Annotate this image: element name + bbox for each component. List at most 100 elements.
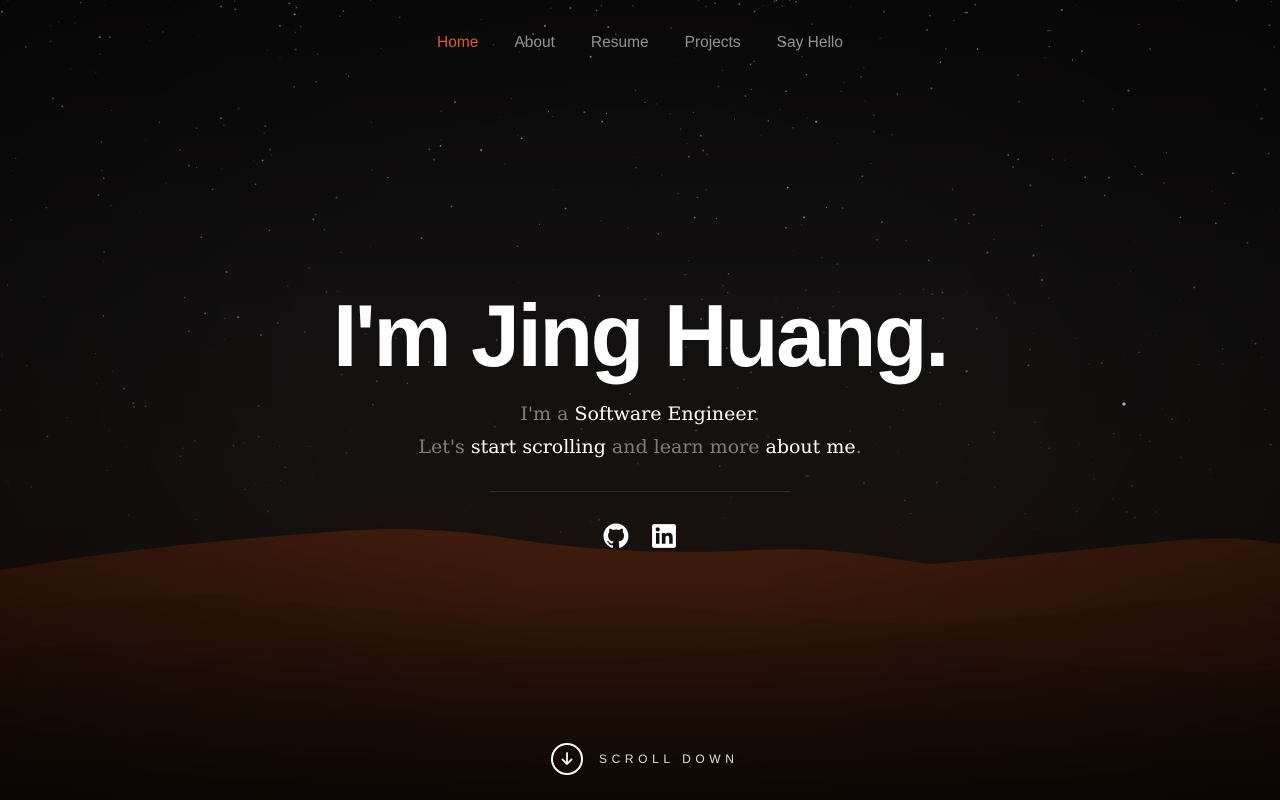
- star: [550, 7, 552, 9]
- star: [387, 176, 389, 179]
- star: [951, 188, 954, 191]
- star: [843, 81, 845, 84]
- star: [1138, 23, 1140, 26]
- star: [806, 475, 809, 478]
- star: [335, 196, 338, 199]
- star: [986, 251, 989, 254]
- star: [97, 194, 100, 196]
- social-links: [0, 520, 1280, 552]
- intro-highlight-about: about me: [765, 436, 856, 458]
- linkedin-icon: [652, 524, 676, 548]
- star: [314, 213, 317, 216]
- star: [315, 81, 317, 83]
- star: [1051, 158, 1054, 161]
- star: [1209, 468, 1211, 471]
- star: [661, 174, 663, 176]
- scroll-down-label: SCROLL DOWN: [599, 752, 739, 766]
- star: [547, 111, 549, 113]
- starry-sky-background: [0, 0, 1276, 541]
- arrow-down-icon: [561, 752, 573, 765]
- star: [289, 208, 291, 209]
- star: [61, 105, 64, 108]
- scroll-down-button[interactable]: SCROLL DOWN: [551, 743, 739, 775]
- star: [196, 167, 198, 169]
- star: [715, 217, 718, 220]
- star: [1268, 24, 1271, 27]
- star: [1044, 57, 1046, 59]
- star: [930, 87, 933, 90]
- star: [660, 232, 663, 234]
- star: [880, 221, 883, 224]
- star: [596, 9, 598, 11]
- star: [510, 97, 513, 100]
- nav-resume[interactable]: Resume: [573, 30, 667, 56]
- star: [234, 0, 236, 2]
- star: [1263, 88, 1266, 91]
- star: [627, 227, 629, 229]
- github-link[interactable]: [603, 520, 629, 552]
- star: [1032, 254, 1035, 257]
- star: [705, 189, 707, 191]
- star: [518, 281, 520, 283]
- star: [635, 90, 637, 92]
- star: [785, 90, 787, 92]
- star: [702, 149, 705, 152]
- star: [679, 128, 682, 130]
- star: [605, 113, 608, 115]
- star: [789, 0, 791, 1]
- star: [399, 16, 401, 18]
- star: [173, 6, 175, 8]
- star: [669, 113, 672, 115]
- star: [1165, 152, 1167, 154]
- star: [270, 154, 272, 156]
- star: [1064, 159, 1066, 161]
- nav-about[interactable]: About: [496, 30, 573, 56]
- star: [158, 121, 161, 123]
- star: [850, 6, 851, 8]
- nav-say-hello[interactable]: Say Hello: [759, 30, 861, 56]
- linkedin-link[interactable]: [651, 520, 677, 552]
- star: [223, 124, 225, 126]
- star: [1246, 241, 1249, 244]
- star: [50, 25, 51, 27]
- star: [863, 67, 865, 69]
- star: [805, 73, 808, 76]
- intro-line-2: Let's start scrolling and learn more abo…: [418, 436, 861, 458]
- star: [252, 159, 255, 161]
- star: [1118, 283, 1120, 285]
- star: [237, 107, 240, 110]
- star: [750, 88, 752, 91]
- star: [1084, 176, 1086, 178]
- nav-projects[interactable]: Projects: [667, 30, 759, 56]
- star: [677, 193, 679, 195]
- star: [342, 10, 345, 13]
- star: [11, 170, 13, 172]
- star: [1210, 471, 1212, 473]
- intro-highlight-scroll: start scrolling: [470, 436, 606, 458]
- intro-block: I'm Jing Huang. I'm a Software Engineer.…: [0, 286, 1280, 464]
- star: [102, 177, 105, 180]
- star: [1018, 100, 1021, 103]
- star: [371, 169, 373, 171]
- nav-home[interactable]: Home: [419, 30, 496, 56]
- star: [1060, 8, 1063, 12]
- star: [1260, 117, 1263, 120]
- star: [1211, 190, 1214, 193]
- star: [989, 244, 991, 246]
- star: [45, 206, 48, 209]
- star: [70, 68, 72, 70]
- star: [760, 252, 762, 254]
- star: [520, 137, 523, 140]
- star: [105, 469, 108, 472]
- star: [704, 5, 708, 8]
- intro-text-segment: and learn more: [605, 436, 766, 458]
- intro-text: I'm a Software Engineer. Let's start scr…: [0, 398, 1280, 464]
- star: [101, 169, 103, 172]
- star: [268, 229, 271, 232]
- star: [1017, 158, 1020, 161]
- star: [288, 2, 290, 5]
- star: [966, 11, 968, 14]
- star: [103, 250, 106, 253]
- star: [670, 27, 673, 29]
- intro-text-segment: Let's: [418, 436, 471, 458]
